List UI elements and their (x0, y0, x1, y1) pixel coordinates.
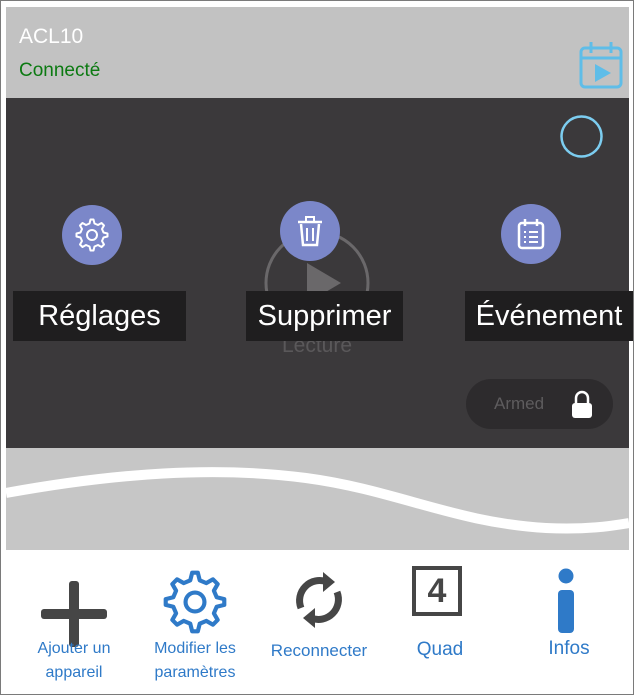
event-action-label[interactable]: Événement (465, 291, 633, 341)
gear-icon (75, 218, 109, 252)
add-device-label-line2: appareil (45, 664, 103, 681)
reconnect-label: Reconnecter (270, 641, 368, 660)
trash-icon (298, 216, 322, 247)
add-device-label-line1: Ajouter un (37, 640, 111, 657)
armed-label: Armed (494, 394, 545, 413)
info-label: Infos (548, 638, 590, 659)
delete-action-button[interactable] (280, 201, 340, 261)
edit-settings-label-line2: paramètres (154, 664, 236, 681)
app-window: ACL10 Connecté Lecture Réglages Supprime… (0, 0, 634, 695)
wave-divider (6, 448, 629, 550)
event-action-button[interactable] (501, 204, 561, 264)
calendar-play-icon[interactable] (579, 40, 623, 90)
armed-toggle[interactable]: Armed (466, 379, 613, 429)
bottom-toolbar: Ajouter un appareil Modifier les paramèt… (6, 550, 629, 692)
info-icon (558, 568, 574, 633)
device-header: ACL10 Connecté (6, 7, 629, 98)
refresh-icon (296, 572, 342, 628)
quad-4-icon: 4 (412, 566, 462, 616)
connection-status: Connecté (19, 60, 101, 81)
edit-settings-label-line1: Modifier les (154, 640, 236, 657)
gear-icon (163, 570, 227, 634)
lock-icon (572, 390, 592, 418)
calendar-list-icon (517, 219, 545, 250)
loading-circle-icon (560, 115, 603, 158)
device-name: ACL10 (19, 25, 84, 48)
settings-action-button[interactable] (62, 205, 122, 265)
settings-action-label[interactable]: Réglages (13, 291, 186, 341)
delete-action-label[interactable]: Supprimer (246, 291, 403, 341)
quad-label: Quad (416, 639, 464, 660)
